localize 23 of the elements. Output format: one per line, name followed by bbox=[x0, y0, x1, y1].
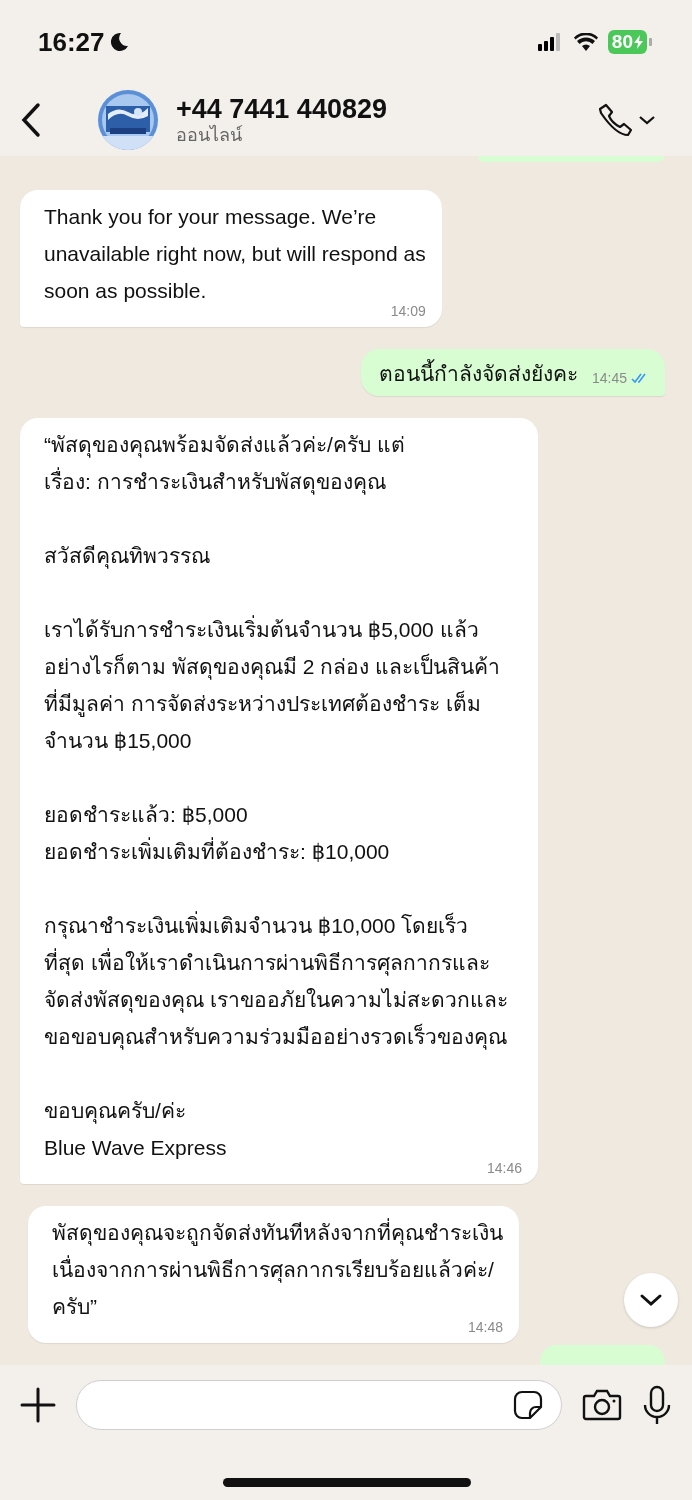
message-text: ตอนนี้กำลังจัดส่งยังคะ bbox=[378, 355, 578, 392]
call-button[interactable] bbox=[598, 102, 656, 138]
wifi-icon bbox=[573, 33, 598, 51]
plus-button[interactable] bbox=[20, 1387, 56, 1423]
contact-name: +44 7441 440829 bbox=[176, 94, 388, 124]
message-time: 14:46 bbox=[486, 1160, 522, 1176]
online-status: ออนไลน์ bbox=[176, 124, 243, 146]
bolt-icon bbox=[634, 35, 643, 49]
camera-button[interactable] bbox=[582, 1389, 622, 1421]
scroll-down-button[interactable] bbox=[624, 1273, 678, 1327]
microphone-button[interactable] bbox=[642, 1385, 672, 1425]
moon-icon bbox=[108, 32, 129, 52]
message-time: 14:09 bbox=[390, 303, 426, 319]
message-text: “พัสดุของคุณพร้อมจัดส่งแล้วค่ะ/ครับ แต่ เรื่อง: การชำระเงินสำหรับพัสดุของคุณ สวัสดีคุณทิพวรรณ เราได้รับการชำระเงินเริ่มต้นจำนวน ฿5,000 แล้ว อย่างไรก็ตาม พัสดุของคุณมี 2 กล่อง และเป็นสินค้า ที่มีมูลค่า การจัดส่งระหว่างประเทศต้องชำระ เต็ม จำนวน ฿15,000 ยอดชำระแล้ว: ฿5,000 ยอดชำระเพิ่มเติมที่ต้องชำระ: ฿10,000 กรุณาชำระเงินเพิ่มเติมจำนวน ฿10,000 โดยเร็ว ที่สุด เพื่อให้เราดำเนินการผ่านพิธีการศุลกากรและ จัดส่งพัสดุของคุณ เราขออภัยในความไม่สะดวกและ ขอขอบคุณสำหรับความร่วมมืออย่างรวดเร็วของคุณ ขอบคุณครับ/ค่ะ Blue Wave Express bbox=[44, 433, 508, 1159]
message-time: 14:48 bbox=[467, 1319, 503, 1335]
message-text: Thank you for your message. We’re unavailable right now, but will respond as soon as possible. bbox=[44, 205, 426, 302]
sticker-icon[interactable] bbox=[513, 1390, 543, 1420]
message-field[interactable] bbox=[76, 1380, 562, 1430]
chevron-down-icon bbox=[638, 115, 656, 125]
message-time: 14:45 bbox=[591, 370, 627, 386]
battery-level: 80 bbox=[611, 31, 633, 53]
clock-time: 16:27 bbox=[38, 26, 105, 58]
chevron-down-icon bbox=[639, 1293, 663, 1307]
